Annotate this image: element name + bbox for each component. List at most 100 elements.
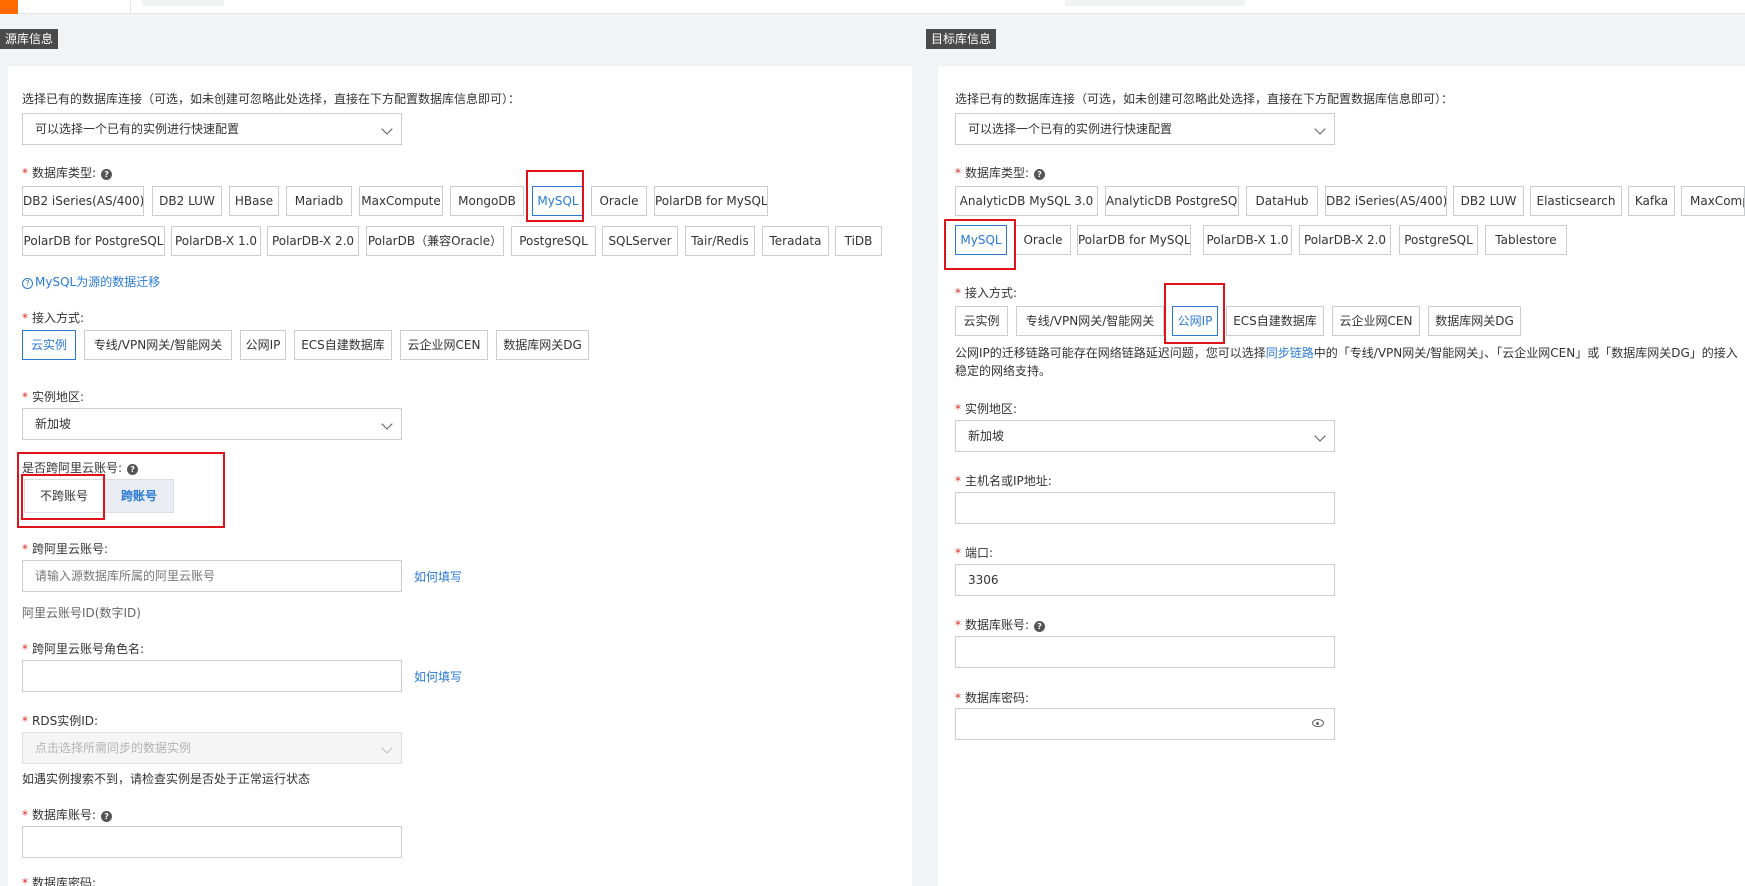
target-db-type-option[interactable]: PolarDB-X 2.0 xyxy=(1299,225,1391,255)
target-access-option[interactable]: 专线/VPN网关/智能网关 xyxy=(1016,306,1164,336)
target-db-type-option[interactable]: DB2 iSeries(AS/400) xyxy=(1325,186,1447,216)
source-db-type-option[interactable]: PolarDB for PostgreSQL xyxy=(22,226,165,256)
cross-account-label: * 跨阿里云账号: xyxy=(22,542,109,556)
sync-link[interactable]: 同步链路 xyxy=(1266,346,1314,360)
target-db-account-input[interactable] xyxy=(955,636,1335,668)
brand-logo[interactable] xyxy=(0,0,18,14)
source-db-type-option[interactable]: PolarDB-X 1.0 xyxy=(171,226,261,256)
eye-icon[interactable] xyxy=(1312,719,1324,727)
target-access-option[interactable]: 云企业网CEN xyxy=(1332,306,1420,336)
target-db-type-option[interactable]: Elasticsearch xyxy=(1530,186,1622,216)
question-circle-icon: ? xyxy=(22,278,33,289)
top-search[interactable] xyxy=(1065,0,1245,6)
port-input[interactable]: 3306 xyxy=(955,564,1335,596)
public-ip-note: 公网IP的迁移链路可能存在网络链路延迟问题，您可以选择同步链路中的「专线/VPN… xyxy=(955,346,1738,378)
source-region-value: 新加坡 xyxy=(35,417,72,431)
no-cross-account-toggle[interactable]: 不跨账号 xyxy=(24,479,104,513)
target-db-type-option[interactable]: AnalyticDB PostgreSQL xyxy=(1105,186,1239,216)
target-db-type-option[interactable]: AnalyticDB MySQL 3.0 xyxy=(955,186,1098,216)
chevron-down-icon xyxy=(1314,430,1326,442)
source-db-type-option[interactable]: MaxCompute xyxy=(359,186,443,216)
target-access-public-ip[interactable]: 公网IP xyxy=(1172,306,1218,336)
chevron-down-icon xyxy=(381,742,393,754)
source-db-type-option[interactable]: PolarDB（兼容Oracle） xyxy=(366,226,504,256)
source-db-type-option[interactable]: DB2 LUW xyxy=(152,186,222,216)
source-access-option[interactable]: 专线/VPN网关/智能网关 xyxy=(84,330,232,360)
source-existing-value: 可以选择一个已有的实例进行快速配置 xyxy=(35,122,240,136)
source-db-password-label: * 数据库密码: xyxy=(22,876,97,886)
how-to-fill-link-2[interactable]: 如何填写 xyxy=(414,668,462,685)
cross-role-input[interactable] xyxy=(22,660,402,692)
source-db-type-option[interactable]: MongoDB xyxy=(450,186,524,216)
source-access-label: * 接入方式: xyxy=(22,311,85,325)
target-db-type-option[interactable]: Oracle xyxy=(1015,225,1071,255)
rds-instance-select[interactable]: 点击选择所需同步的数据实例 xyxy=(22,732,402,764)
source-db-type-option[interactable]: SQLServer xyxy=(602,226,678,256)
source-existing-label: 选择已有的数据库连接（可选，如未创建可忽略此处选择，直接在下方配置数据库信息即可… xyxy=(22,92,521,106)
target-region-select[interactable]: 新加坡 xyxy=(955,420,1335,452)
source-access-cloud-instance[interactable]: 云实例 xyxy=(22,330,76,360)
target-db-type-option[interactable]: DataHub xyxy=(1246,186,1318,216)
help-icon[interactable]: ? xyxy=(101,811,113,822)
mysql-migration-link[interactable]: ? MySQL为源的数据迁移 xyxy=(22,273,160,290)
help-icon[interactable]: ? xyxy=(101,169,113,180)
source-db-account-input[interactable] xyxy=(22,826,402,858)
target-db-type-option[interactable]: DB2 LUW xyxy=(1453,186,1524,216)
rds-instance-label: * RDS实例ID: xyxy=(22,714,99,728)
cross-account-input[interactable]: 请输入源数据库所属的阿里云账号 xyxy=(22,560,402,592)
source-access-option[interactable]: 云企业网CEN xyxy=(400,330,488,360)
target-db-type-label: * 数据库类型:? xyxy=(955,164,1046,181)
port-label: * 端口: xyxy=(955,546,994,560)
chevron-down-icon xyxy=(381,123,393,135)
source-access-option[interactable]: 数据库网关DG xyxy=(496,330,589,360)
target-db-type-option[interactable]: Kafka xyxy=(1628,186,1675,216)
help-icon[interactable]: ? xyxy=(1034,169,1046,180)
target-access-label: * 接入方式: xyxy=(955,286,1018,300)
source-db-type-option[interactable]: HBase xyxy=(229,186,279,216)
target-existing-select[interactable]: 可以选择一个已有的实例进行快速配置 xyxy=(955,113,1335,145)
source-access-option[interactable]: 公网IP xyxy=(240,330,286,360)
source-db-type-option[interactable]: Oracle xyxy=(591,186,647,216)
source-region-select[interactable]: 新加坡 xyxy=(22,408,402,440)
target-access-option[interactable]: 数据库网关DG xyxy=(1428,306,1521,336)
how-to-fill-link[interactable]: 如何填写 xyxy=(414,568,462,585)
target-db-type-option[interactable]: MaxCompute xyxy=(1681,186,1745,216)
source-db-type-option[interactable]: PolarDB-X 2.0 xyxy=(267,226,359,256)
source-db-type-mysql[interactable]: MySQL xyxy=(532,186,584,216)
rds-instance-hint: 如遇实例搜索不到，请检查实例是否处于正常运行状态 xyxy=(22,772,311,786)
account-id-hint: 阿里云账号ID(数字ID) xyxy=(22,606,141,620)
target-db-type-mysql[interactable]: MySQL xyxy=(955,225,1007,255)
target-db-type-option[interactable]: PolarDB-X 1.0 xyxy=(1203,225,1292,255)
top-bar xyxy=(0,0,1745,14)
chevron-down-icon xyxy=(381,418,393,430)
target-existing-label: 选择已有的数据库连接（可选，如未创建可忽略此处选择，直接在下方配置数据库信息即可… xyxy=(955,92,1454,106)
source-access-option[interactable]: ECS自建数据库 xyxy=(294,330,392,360)
source-db-type-option[interactable]: PostgreSQL xyxy=(511,226,596,256)
target-existing-value: 可以选择一个已有的实例进行快速配置 xyxy=(968,122,1173,136)
target-access-option[interactable]: 云实例 xyxy=(955,306,1008,336)
source-db-type-option[interactable]: Mariadb xyxy=(286,186,352,216)
rds-instance-placeholder: 点击选择所需同步的数据实例 xyxy=(35,741,192,755)
cross-role-label: * 跨阿里云账号角色名: xyxy=(22,642,145,656)
target-region-value: 新加坡 xyxy=(968,429,1005,443)
help-icon[interactable]: ? xyxy=(1034,621,1046,632)
cross-account-toggle[interactable]: 跨账号 xyxy=(104,479,174,513)
source-db-account-label: * 数据库账号:? xyxy=(22,806,113,823)
target-db-type-option[interactable]: Tablestore xyxy=(1485,225,1567,255)
top-nav-item[interactable] xyxy=(142,0,224,6)
target-db-type-option[interactable]: PostgreSQL xyxy=(1399,225,1478,255)
source-db-type-option[interactable]: PolarDB for MySQL xyxy=(654,186,768,216)
source-existing-select[interactable]: 可以选择一个已有的实例进行快速配置 xyxy=(22,113,402,145)
divider xyxy=(130,0,131,14)
help-icon[interactable]: ? xyxy=(127,464,139,475)
host-input[interactable] xyxy=(955,492,1335,524)
target-section-title: 目标库信息 xyxy=(926,29,997,49)
target-access-option[interactable]: ECS自建数据库 xyxy=(1226,306,1324,336)
source-db-type-option[interactable]: DB2 iSeries(AS/400) xyxy=(22,186,144,216)
source-db-type-option[interactable]: TiDB xyxy=(835,226,882,256)
target-db-account-label: * 数据库账号:? xyxy=(955,616,1046,633)
target-db-type-option[interactable]: PolarDB for MySQL xyxy=(1077,225,1191,255)
source-db-type-option[interactable]: Teradata xyxy=(762,226,829,256)
target-db-password-input[interactable] xyxy=(955,708,1335,740)
source-db-type-option[interactable]: Tair/Redis xyxy=(685,226,755,256)
